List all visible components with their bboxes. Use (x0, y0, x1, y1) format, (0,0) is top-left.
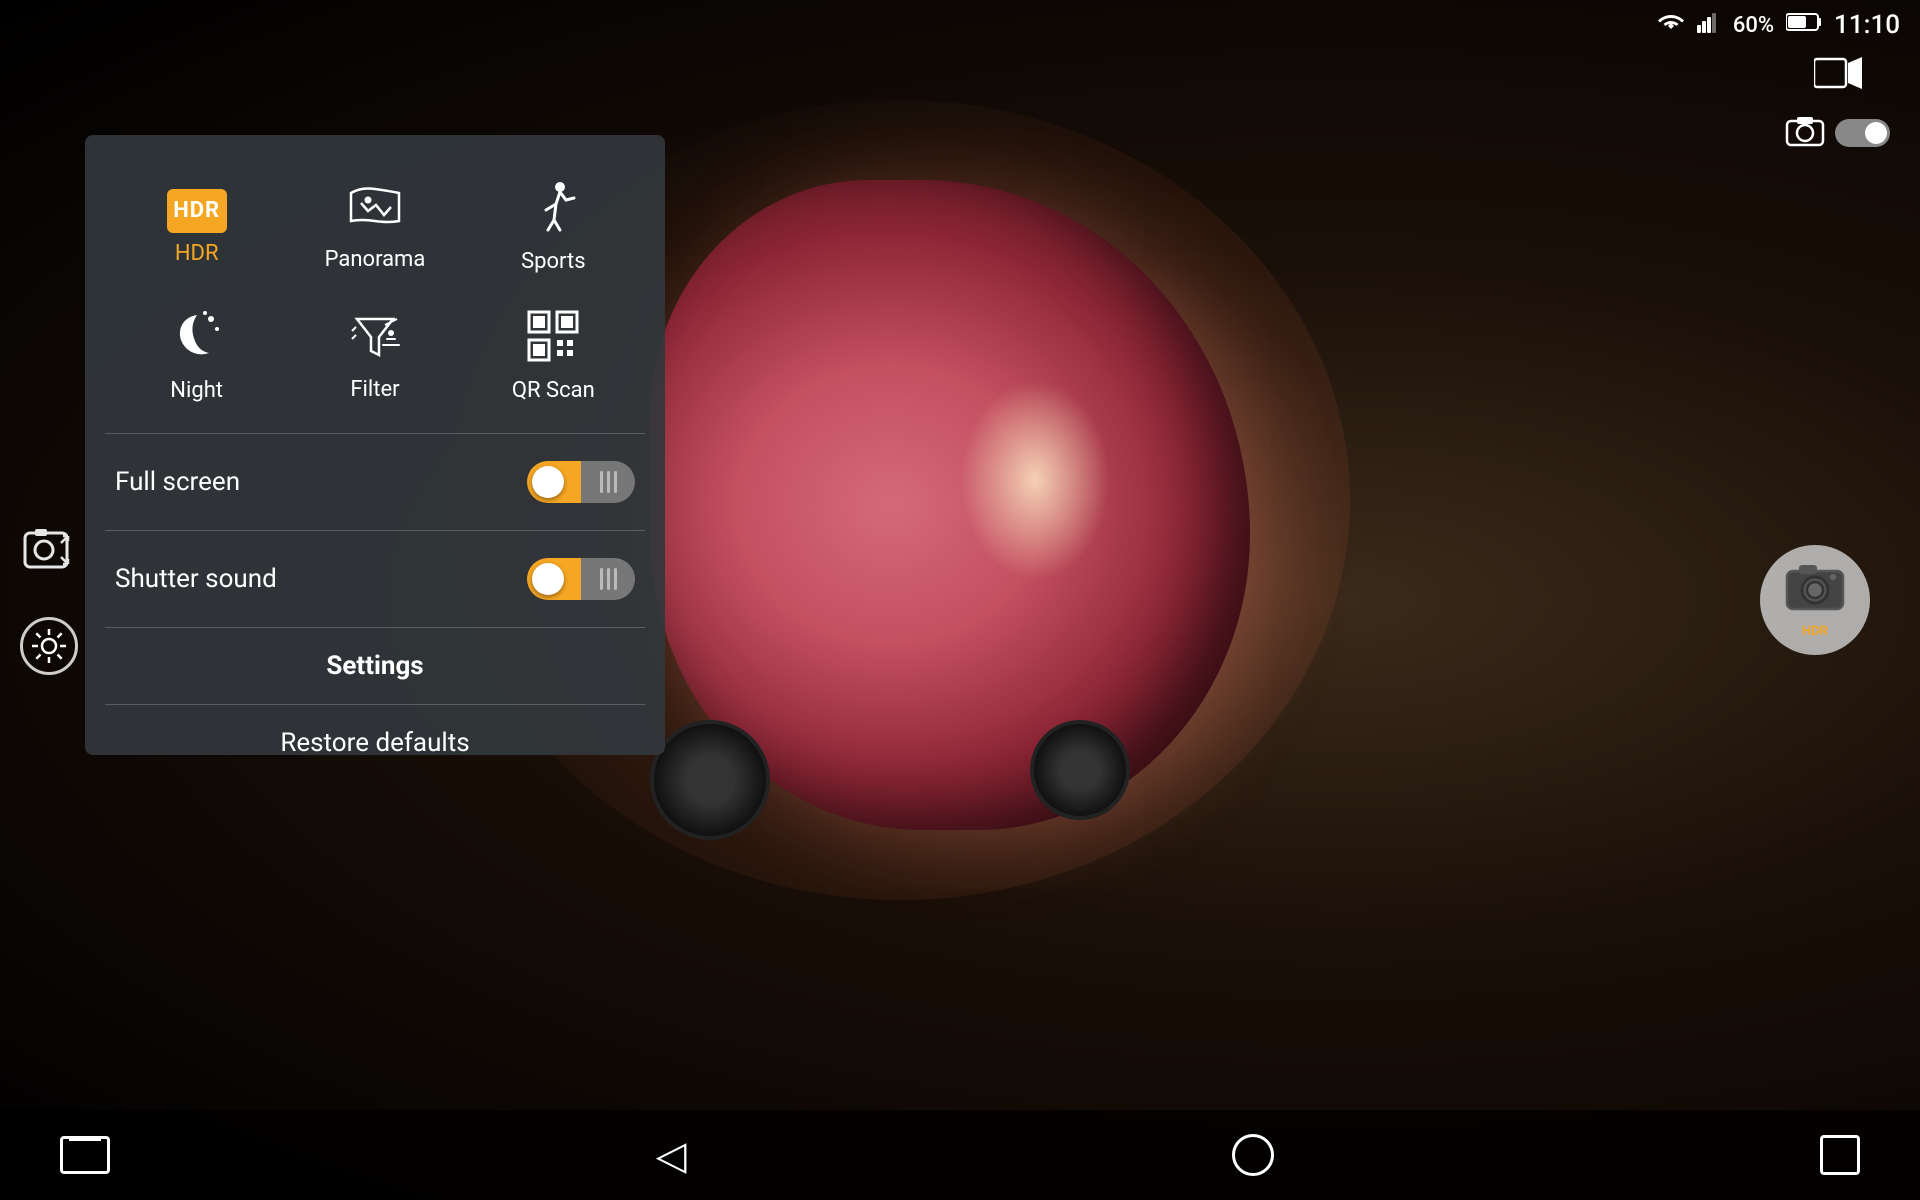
shuttersound-row: Shutter sound (105, 536, 645, 622)
mode-panorama[interactable]: Panorama (288, 165, 461, 289)
mode-night[interactable]: Night (110, 294, 283, 418)
shuttersound-toggle[interactable] (527, 558, 635, 600)
settings-label: Settings (326, 651, 423, 681)
settings-wheel-btn[interactable] (20, 617, 78, 675)
hdr-badge: HDR (1802, 624, 1828, 639)
fullscreen-toggle[interactable] (527, 461, 635, 503)
hdr-icon: HDR (167, 189, 227, 233)
car-highlight (960, 380, 1110, 580)
fullscreen-label: Full screen (115, 467, 240, 497)
divider-2 (105, 530, 645, 531)
signal-icon (1697, 11, 1721, 39)
wheel-front (1030, 720, 1130, 820)
status-bar: 60% 11:10 (1620, 0, 1920, 50)
night-label: Night (170, 378, 223, 403)
left-controls (20, 525, 78, 675)
panorama-icon (346, 183, 404, 239)
mode-filter[interactable]: Filter (288, 294, 461, 418)
bottom-nav: ◁ (0, 1110, 1920, 1200)
mode-sports[interactable]: Sports (467, 165, 640, 289)
settings-btn[interactable]: Settings (105, 633, 645, 699)
mode-hdr[interactable]: HDR HDR (110, 165, 283, 289)
top-right-controls (1785, 50, 1890, 151)
battery-percent: 60% (1733, 13, 1774, 38)
recents-btn[interactable] (60, 1136, 110, 1174)
battery-icon (1786, 12, 1822, 38)
panorama-label: Panorama (325, 247, 426, 272)
divider-1 (105, 433, 645, 434)
camera-switch-icon (1785, 115, 1825, 151)
wheel-back (650, 720, 770, 840)
restore-defaults-label: Restore defaults (280, 728, 469, 758)
hdr-label: HDR (175, 241, 219, 266)
qr-icon (527, 310, 579, 370)
capture-camera-icon (1785, 561, 1845, 622)
camera-menu-panel: HDR HDR Panorama Sports (85, 135, 665, 755)
mode-grid: HDR HDR Panorama Sports (105, 155, 645, 428)
camera-front-back-toggle[interactable] (1835, 119, 1890, 147)
home-btn[interactable] (1232, 1134, 1274, 1176)
night-icon (169, 309, 225, 370)
back-btn[interactable]: ◁ (656, 1132, 687, 1179)
filter-label: Filter (350, 377, 399, 402)
capture-button[interactable]: HDR (1760, 545, 1870, 655)
overview-btn[interactable] (1820, 1135, 1860, 1175)
wifi-icon (1657, 11, 1685, 39)
filter-icon (347, 311, 403, 369)
fullscreen-row: Full screen (105, 439, 645, 525)
time: 11:10 (1834, 10, 1900, 40)
video-mode-btn[interactable] (1810, 50, 1866, 95)
camera-switch-row (1785, 115, 1890, 151)
sports-icon (524, 180, 582, 241)
sports-label: Sports (521, 249, 586, 274)
screenshot-icon[interactable] (23, 525, 75, 587)
divider-3 (105, 627, 645, 628)
divider-4 (105, 704, 645, 705)
shuttersound-label: Shutter sound (115, 564, 277, 594)
restore-defaults-btn[interactable]: Restore defaults (105, 710, 645, 776)
mode-qrscan[interactable]: QR Scan (467, 294, 640, 418)
qrscan-label: QR Scan (512, 378, 595, 403)
